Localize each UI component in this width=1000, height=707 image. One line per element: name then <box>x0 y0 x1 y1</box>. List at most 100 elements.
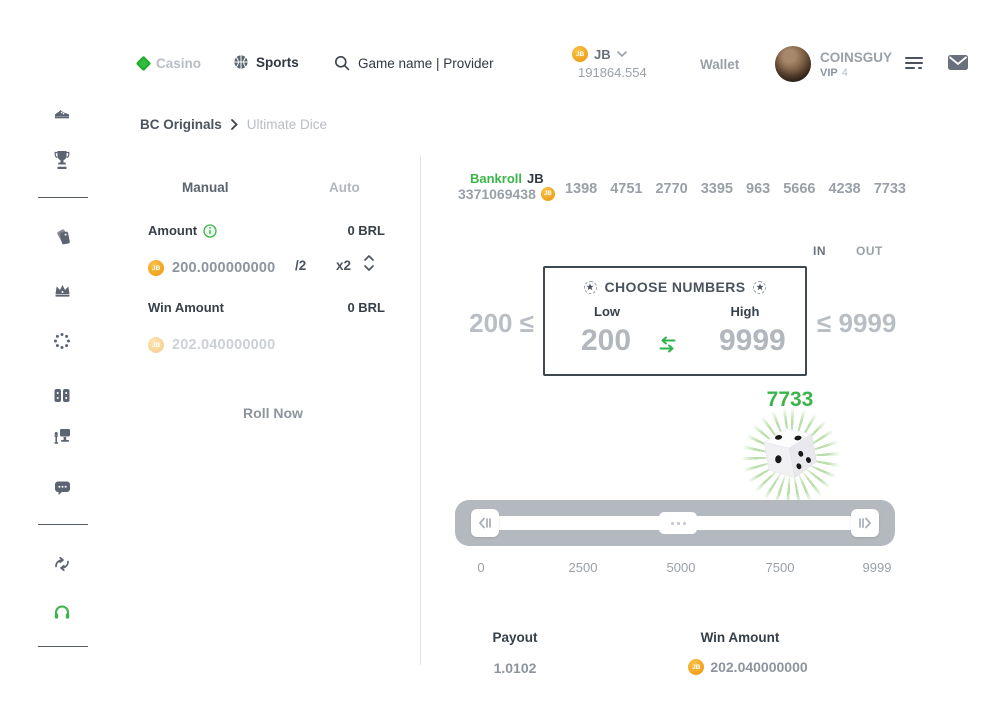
jb-coin-icon: JB <box>572 46 588 62</box>
high-label: High <box>715 304 775 319</box>
wallet-button[interactable]: Wallet <box>700 57 739 72</box>
nav-casino-label: Casino <box>156 56 201 71</box>
payout-label: Payout <box>475 630 555 645</box>
search-placeholder: Game name | Provider <box>358 56 494 71</box>
chat-bubble-icon <box>54 480 71 496</box>
casino-diamond-icon <box>136 55 152 71</box>
currency-code: JB <box>594 47 611 62</box>
history-result[interactable]: 7733 <box>874 181 906 197</box>
amount-value: 200.000000000 <box>172 260 275 276</box>
stepper-chevrons-icon <box>362 252 376 274</box>
sidebar-item-sneaker[interactable] <box>48 101 76 123</box>
tab-manual[interactable]: Manual <box>182 180 229 195</box>
high-value-input[interactable]: 9999 <box>711 324 804 358</box>
vip-label: VIP <box>820 67 838 79</box>
balance-dropdown[interactable]: JB JB 191864.554 <box>572 46 647 80</box>
desk-monitor-icon <box>53 428 71 445</box>
breadcrumb-parent[interactable]: BC Originals <box>140 117 222 132</box>
jb-coin-icon: JB <box>688 659 704 675</box>
chevron-down-icon <box>617 51 627 57</box>
history-result[interactable]: 4751 <box>610 181 642 197</box>
balance-amount: 191864.554 <box>578 65 647 80</box>
profile-chip[interactable]: COINSGUY VIP 4 <box>775 46 892 82</box>
sidebar-item-desk[interactable] <box>48 425 76 447</box>
slider-handle-low[interactable] <box>471 509 499 537</box>
toggle-out[interactable]: OUT <box>856 244 883 258</box>
right-bound-text: ≤ 9999 <box>817 308 896 339</box>
history-result[interactable]: 4238 <box>828 181 860 197</box>
amount-label: Amount <box>148 223 197 238</box>
win-amount-label: Win Amount <box>148 300 224 315</box>
bankroll-currency: JB <box>527 171 544 186</box>
panel-divider <box>420 155 421 665</box>
sneaker-icon <box>53 104 71 120</box>
tab-auto[interactable]: Auto <box>329 180 360 195</box>
slider-tick: 5000 <box>651 560 711 575</box>
star-badge-icon <box>753 281 766 294</box>
slider-tick: 0 <box>466 560 496 575</box>
sidebar-item-trophy[interactable] <box>48 149 76 171</box>
nav-casino[interactable]: Casino <box>138 54 201 72</box>
breadcrumb: BC Originals Ultimate Dice <box>140 117 327 132</box>
slider-tick: 2500 <box>553 560 613 575</box>
double-bet-button[interactable]: x2 <box>336 258 351 273</box>
low-value-input[interactable]: 200 <box>563 324 649 358</box>
swap-values-button[interactable] <box>658 336 677 353</box>
sidebar-item-swap[interactable] <box>48 553 76 575</box>
crown-icon <box>54 282 71 297</box>
choose-numbers-title: CHOOSE NUMBERS <box>605 279 746 295</box>
nav-sports[interactable]: Sports <box>233 53 299 71</box>
amount-fiat-value: 0 BRL <box>300 223 385 238</box>
sidebar-item-tags[interactable] <box>48 226 76 248</box>
slider-drag-tab[interactable] <box>659 512 697 534</box>
game-win-amount-value: 202.040000000 <box>710 659 807 675</box>
left-bound-text: 200 ≤ <box>452 308 534 339</box>
sidebar-item-dotted-ring[interactable] <box>48 330 76 352</box>
low-label: Low <box>577 304 637 319</box>
amount-stepper[interactable] <box>362 252 376 274</box>
sidebar-item-game-cards[interactable] <box>48 384 76 406</box>
slider-tick: 9999 <box>847 560 907 575</box>
jb-coin-icon: JB <box>148 260 164 276</box>
sidebar-divider <box>38 524 88 525</box>
sidebar-item-crown[interactable] <box>48 278 76 300</box>
history-result[interactable]: 5666 <box>783 181 815 197</box>
jb-coin-icon: JB <box>541 187 555 201</box>
win-amount-field: JB 202.040000000 <box>148 332 386 358</box>
history-result[interactable]: 963 <box>746 181 770 197</box>
avatar <box>775 46 811 82</box>
sidebar-item-support[interactable] <box>48 600 76 622</box>
green-swap-icon <box>658 336 677 353</box>
win-fiat-value: 0 BRL <box>300 300 385 315</box>
sidebar-divider <box>38 197 88 198</box>
history-result[interactable]: 1398 <box>565 181 597 197</box>
range-slider <box>455 500 895 546</box>
roll-now-button[interactable]: Roll Now <box>203 405 343 421</box>
sidebar-divider <box>38 646 88 647</box>
tags-icon <box>53 228 71 246</box>
search-icon <box>334 55 350 71</box>
history-result[interactable]: 2770 <box>655 181 687 197</box>
handle-right-glyph-icon <box>857 516 873 530</box>
sidebar-item-chat[interactable] <box>48 477 76 499</box>
toggle-in[interactable]: IN <box>813 244 826 258</box>
basketball-icon <box>233 54 249 70</box>
inbox-button[interactable] <box>947 54 969 71</box>
chevron-right-icon <box>231 119 238 130</box>
vip-level: 4 <box>842 67 848 79</box>
search-input[interactable]: Game name | Provider <box>334 54 494 72</box>
info-icon[interactable] <box>203 224 217 238</box>
bankroll-header: Bankroll JB <box>470 171 544 186</box>
trophy-icon <box>54 150 70 170</box>
choose-numbers-box: CHOOSE NUMBERS Low High 200 9999 <box>543 266 807 376</box>
game-win-amount-label: Win Amount <box>665 630 815 645</box>
win-amount-value: 202.040000000 <box>172 337 275 353</box>
history-result[interactable]: 3395 <box>701 181 733 197</box>
payout-value: 1.0102 <box>475 660 555 675</box>
slider-handle-high[interactable] <box>851 509 879 537</box>
swap-arrows-icon <box>53 556 71 572</box>
half-bet-button[interactable]: /2 <box>295 258 306 273</box>
username: COINSGUY <box>820 50 892 65</box>
headphones-icon <box>53 603 71 620</box>
nav-sports-label: Sports <box>256 55 299 70</box>
